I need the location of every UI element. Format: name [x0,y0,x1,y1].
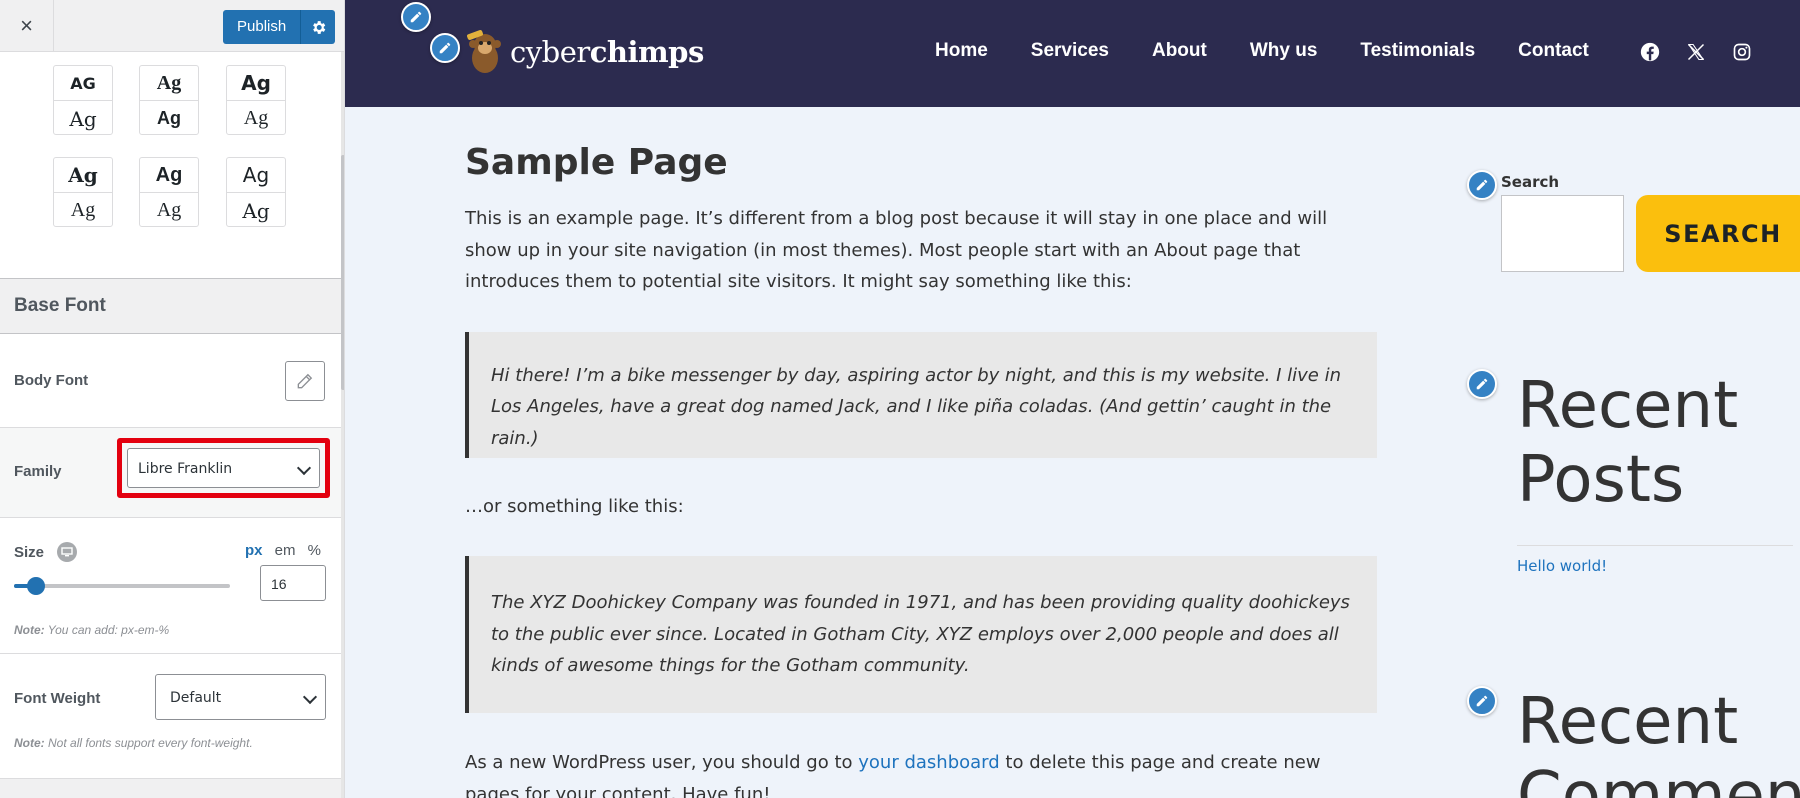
preset-heading-sample: Ag [54,158,112,193]
typography-preset-5[interactable]: Ag Ag [139,157,199,227]
recent-comments-title: Recent Comment [1517,685,1800,798]
slider-handle[interactable] [26,577,45,595]
edit-body-font-button[interactable] [285,361,325,401]
site-name: cyberchimps [510,35,704,69]
chimp-logo-icon [463,28,507,76]
dashboard-link[interactable]: your dashboard [858,752,999,773]
search-button[interactable]: SEARCH [1636,195,1800,272]
search-label: Search [1501,173,1560,191]
font-weight-label: Font Weight [14,690,101,707]
typography-preset-6[interactable]: Ag Ag [226,157,286,227]
font-size-row: Size px em % 16 Note: You can add: px-em… [0,518,341,654]
responsive-device-icon[interactable] [57,542,77,562]
edit-search-widget-pencil-icon[interactable] [1467,170,1497,200]
preset-body-sample: Ag [70,199,96,221]
intro-paragraph: This is an example page. It’s different … [465,208,1328,292]
edit-recent-posts-pencil-icon[interactable] [1467,369,1497,399]
unit-percent[interactable]: % [308,542,321,559]
typography-presets: AG Ag Ag Ag Ag Ag Ag Ag Ag Ag Ag Ag [0,52,341,278]
customizer-panel: AG Ag Ag Ag Ag Ag Ag Ag Ag Ag Ag Ag Base… [0,52,341,798]
body-font-row: Body Font [0,334,341,428]
unit-em[interactable]: em [275,542,296,559]
font-weight-row: Font Weight Default Note: Not all fonts … [0,654,341,779]
font-weight-value: Default [170,690,222,706]
edit-recent-comments-pencil-icon[interactable] [1467,686,1497,716]
typography-preset-2[interactable]: Ag Ag [139,65,199,135]
font-weight-select[interactable]: Default [155,674,326,720]
outro-paragraph: As a new WordPress user, you should go t… [465,752,1321,798]
unit-px[interactable]: px [245,542,263,559]
pencil-icon [297,373,313,389]
close-customizer-button[interactable]: × [0,0,54,52]
customizer-sidebar: × Publish AG Ag Ag Ag Ag Ag Ag Ag Ag Ag … [0,0,345,798]
typography-preset-1[interactable]: AG Ag [53,65,113,135]
preset-body-sample: Ag [157,108,181,128]
edit-logo-pencil-icon[interactable] [430,33,460,63]
nav-why-us[interactable]: Why us [1250,40,1318,62]
body-font-label: Body Font [14,372,89,389]
size-unit-switcher: px em % [237,542,321,559]
font-family-select[interactable]: Libre Franklin [127,448,320,488]
publish-group: Publish [223,10,336,44]
preset-body-sample: Ag [69,106,97,131]
publish-button[interactable]: Publish [223,10,302,44]
size-label: Size [14,544,45,561]
base-font-section-header: Base Font [0,278,341,334]
nav-services[interactable]: Services [1031,40,1109,62]
blockquote-2: The XYZ Doohickey Company was founded in… [465,556,1377,713]
family-highlight-box: Libre Franklin [117,438,330,498]
typography-preset-3[interactable]: Ag Ag [226,65,286,135]
recent-post-link[interactable]: Hello world! [1517,557,1607,575]
page-content: Sample Page This is an example page. It’… [465,142,1377,798]
size-note: Note: You can add: px-em-% [14,623,170,637]
font-size-input[interactable]: 16 [260,565,326,601]
chevron-down-icon [302,689,318,705]
font-family-value: Libre Franklin [138,461,233,477]
chevron-down-icon [296,460,312,476]
recent-posts-divider [1517,545,1793,546]
preset-heading-sample: Ag [227,66,285,101]
preset-body-sample: Ag [242,198,270,223]
recent-posts-title: Recent Posts [1517,369,1739,517]
section-title: Base Font [14,295,106,316]
family-label: Family [14,463,62,480]
font-size-slider[interactable] [14,577,230,595]
font-family-row: Family Libre Franklin [0,428,341,518]
publish-settings-gear-icon[interactable] [301,10,335,44]
nav-home[interactable]: Home [935,40,988,62]
preset-heading-sample: Ag [140,66,198,101]
preset-heading-sample: Ag [227,158,285,193]
preset-body-sample: Ag [156,199,182,221]
search-input[interactable] [1501,195,1624,272]
customizer-header: × Publish [0,0,344,52]
edit-header-pencil-icon[interactable] [401,2,431,32]
preset-body-sample: Ag [243,107,269,129]
typography-preset-4[interactable]: Ag Ag [53,157,113,227]
nav-about[interactable]: About [1152,40,1207,62]
or-paragraph: …or something like this: [465,495,684,517]
blockquote-1: Hi there! I’m a bike messenger by day, a… [465,331,1377,458]
site-sidebar-widgets: Search SEARCH Recent Posts Hello world! … [1405,0,1800,798]
preset-heading-sample: Ag [140,158,198,193]
site-logo[interactable]: cyberchimps [463,28,704,76]
preset-heading-sample: AG [54,66,112,101]
font-weight-note: Note: Not all fonts support every font-w… [14,736,253,750]
page-title: Sample Page [465,142,728,183]
site-preview: cyberchimps Home Services About Why us T… [345,0,1800,798]
